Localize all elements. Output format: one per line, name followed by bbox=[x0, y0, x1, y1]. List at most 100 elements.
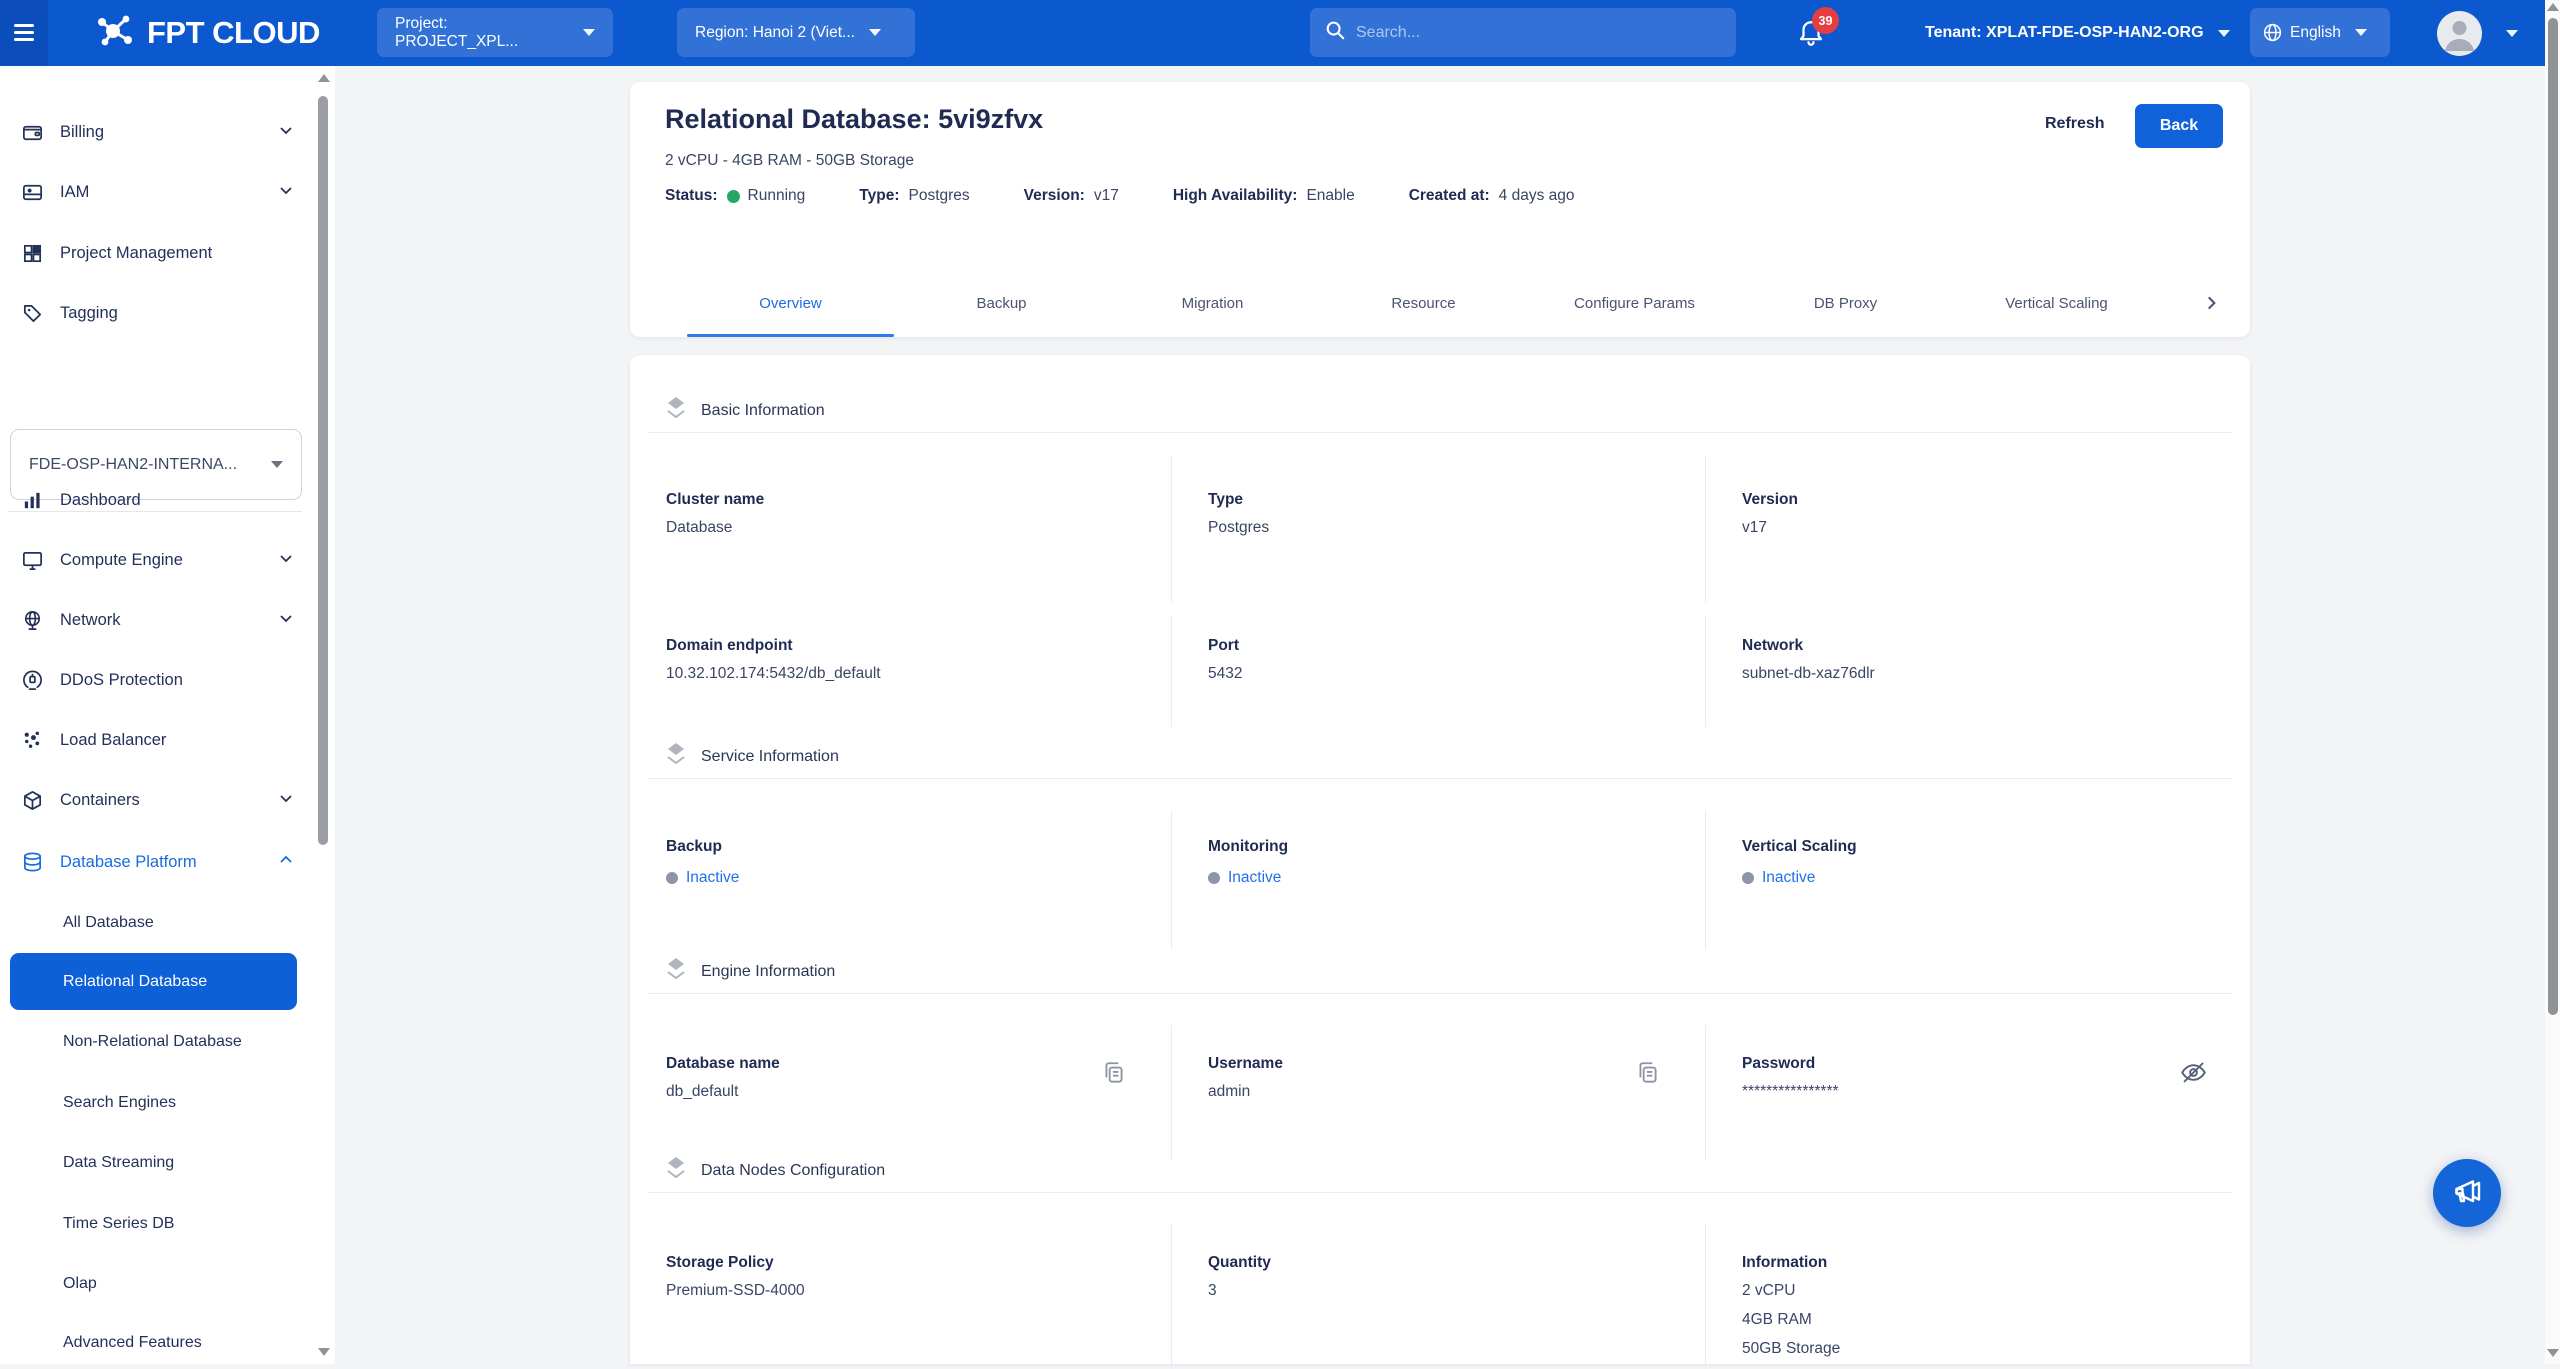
tab-bar: Overview Backup Migration Resource Confi… bbox=[685, 269, 2220, 337]
field-value: Database bbox=[666, 519, 1171, 537]
sidebar-item-label: Dashboard bbox=[60, 491, 141, 510]
show-password-eye-off-button[interactable] bbox=[2178, 1059, 2208, 1089]
tag-icon bbox=[20, 301, 44, 325]
monitoring-status-link[interactable]: Inactive bbox=[1208, 869, 1705, 887]
version-label: Version: bbox=[1024, 187, 1085, 205]
sidebar-subitem-label: Data Streaming bbox=[63, 1154, 174, 1172]
field-label: Backup bbox=[666, 838, 1171, 856]
sidebar-scrollbar[interactable] bbox=[316, 66, 331, 1364]
sidebar-subitem-relational-database[interactable]: Relational Database bbox=[10, 953, 297, 1010]
layers-icon bbox=[665, 395, 687, 426]
high-availability-label: High Availability: bbox=[1173, 187, 1298, 205]
sidebar-item-containers[interactable]: Containers bbox=[0, 780, 312, 820]
logo-text: FPT CLOUD bbox=[147, 15, 320, 51]
sidebar-item-project-management[interactable]: Project Management bbox=[0, 233, 312, 273]
basic-info-row-2: Domain endpoint 10.32.102.174:5432/db_de… bbox=[630, 615, 2250, 727]
region-dropdown-label: Region: Hanoi 2 (Viet... bbox=[695, 24, 855, 42]
search-input[interactable] bbox=[1356, 24, 1722, 42]
sidebar-subitem-data-streaming[interactable]: Data Streaming bbox=[0, 1145, 312, 1181]
created-at-label: Created at: bbox=[1409, 187, 1490, 205]
page-subtitle: 2 vCPU - 4GB RAM - 50GB Storage bbox=[665, 152, 914, 170]
sidebar-subitem-olap[interactable]: Olap bbox=[0, 1266, 312, 1302]
sidebar-subitem-time-series-db[interactable]: Time Series DB bbox=[0, 1206, 312, 1242]
chevron-down-icon bbox=[271, 461, 283, 468]
field-value: Premium-SSD-4000 bbox=[666, 1282, 1171, 1300]
scroll-down-arrow-icon[interactable] bbox=[318, 1348, 330, 1356]
bell-icon bbox=[1796, 34, 1826, 51]
field-value: 10.32.102.174:5432/db_default bbox=[666, 665, 1171, 683]
fpt-cloud-logo[interactable]: FPT CLOUD bbox=[95, 12, 320, 54]
section-divider bbox=[648, 432, 2232, 433]
tab-overview[interactable]: Overview bbox=[685, 269, 896, 337]
wallet-icon bbox=[20, 120, 44, 144]
sidebar-toggle-button[interactable] bbox=[0, 0, 48, 66]
service-info-row: Backup Inactive Monitoring Inactive Vert… bbox=[630, 810, 2250, 950]
avatar-menu-chevron-icon[interactable] bbox=[2506, 30, 2518, 37]
data-nodes-row: Storage Policy Premium-SSD-4000 Quantity… bbox=[630, 1224, 2250, 1364]
announcement-fab-button[interactable] bbox=[2433, 1159, 2501, 1227]
sidebar-item-ddos-protection[interactable]: DDoS Protection bbox=[0, 660, 312, 700]
sidebar-item-iam[interactable]: IAM bbox=[0, 172, 312, 212]
language-label: English bbox=[2290, 24, 2341, 42]
created-at-value: 4 days ago bbox=[1499, 187, 1575, 205]
sidebar-subitem-label: Non-Relational Database bbox=[63, 1033, 242, 1051]
refresh-button[interactable]: Refresh bbox=[2045, 115, 2105, 133]
sidebar-item-database-platform[interactable]: Database Platform bbox=[0, 842, 312, 882]
sidebar-item-dashboard[interactable]: Dashboard bbox=[0, 480, 312, 520]
sidebar-subitem-label: All Database bbox=[63, 914, 154, 932]
copy-database-name-button[interactable] bbox=[1099, 1059, 1129, 1089]
sidebar-item-label: Load Balancer bbox=[60, 731, 166, 750]
sidebar-subitem-non-relational-database[interactable]: Non-Relational Database bbox=[0, 1024, 312, 1060]
field-label: Information bbox=[1742, 1254, 2250, 1272]
tab-backup[interactable]: Backup bbox=[896, 269, 1107, 337]
tab-db-proxy[interactable]: DB Proxy bbox=[1740, 269, 1951, 337]
sidebar-item-load-balancer[interactable]: Load Balancer bbox=[0, 720, 312, 760]
sidebar-subitem-label: Time Series DB bbox=[63, 1215, 174, 1233]
page-title: Relational Database: 5vi9zfvx bbox=[665, 104, 1043, 135]
region-dropdown[interactable]: Region: Hanoi 2 (Viet... bbox=[677, 8, 915, 57]
sidebar-subitem-advanced-features[interactable]: Advanced Features bbox=[0, 1325, 312, 1361]
chevron-down-icon bbox=[278, 550, 294, 571]
backup-status-link[interactable]: Inactive bbox=[666, 869, 1171, 887]
project-dropdown-label: Project: PROJECT_XPL... bbox=[395, 15, 569, 51]
box-icon bbox=[20, 788, 44, 812]
sidebar-item-network[interactable]: Network bbox=[0, 600, 312, 640]
tabs-overflow-chevron-right-icon[interactable] bbox=[2202, 294, 2220, 312]
vertical-scaling-status-link[interactable]: Inactive bbox=[1742, 869, 2250, 887]
page-scrollbar[interactable] bbox=[2545, 0, 2560, 1364]
section-divider bbox=[648, 993, 2232, 994]
copy-username-button[interactable] bbox=[1633, 1059, 1663, 1089]
page-scrollbar-thumb[interactable] bbox=[2548, 18, 2558, 1015]
tab-configure-params[interactable]: Configure Params bbox=[1529, 269, 1740, 337]
global-search bbox=[1310, 8, 1736, 57]
tenant-dropdown[interactable]: Tenant: XPLAT-FDE-OSP-HAN2-ORG bbox=[1925, 0, 2230, 66]
notifications-button[interactable]: 39 bbox=[1796, 15, 1840, 55]
inactive-dot-icon bbox=[1208, 872, 1220, 884]
scroll-up-arrow-icon[interactable] bbox=[318, 74, 330, 82]
sidebar-item-compute-engine[interactable]: Compute Engine bbox=[0, 540, 312, 580]
sidebar-scrollbar-thumb[interactable] bbox=[318, 96, 328, 845]
back-button[interactable]: Back bbox=[2135, 104, 2223, 148]
tab-resource[interactable]: Resource bbox=[1318, 269, 1529, 337]
project-dropdown[interactable]: Project: PROJECT_XPL... bbox=[377, 8, 613, 57]
status-row: Status: Running Type: Postgres Version: … bbox=[665, 187, 1629, 205]
user-avatar[interactable] bbox=[2437, 11, 2482, 56]
sidebar-subitem-label: Advanced Features bbox=[63, 1334, 202, 1352]
sidebar-item-tagging[interactable]: Tagging bbox=[0, 293, 312, 333]
sidebar-item-label: DDoS Protection bbox=[60, 671, 183, 690]
chevron-down-icon bbox=[869, 29, 881, 36]
sidebar-subitem-all-database[interactable]: All Database bbox=[0, 905, 312, 941]
layers-icon bbox=[665, 741, 687, 772]
tab-vertical-scaling[interactable]: Vertical Scaling bbox=[1951, 269, 2162, 337]
scroll-down-arrow-icon[interactable] bbox=[2547, 1349, 2559, 1357]
scroll-up-arrow-icon[interactable] bbox=[2547, 3, 2559, 11]
sidebar-item-billing[interactable]: Billing bbox=[0, 112, 312, 152]
language-dropdown[interactable]: English bbox=[2250, 8, 2390, 57]
sidebar-subitem-search-engines[interactable]: Search Engines bbox=[0, 1085, 312, 1121]
field-value: **************** bbox=[1742, 1083, 2250, 1101]
sidebar-item-label: IAM bbox=[60, 183, 89, 202]
monitor-icon bbox=[20, 548, 44, 572]
tenant-dropdown-label: Tenant: XPLAT-FDE-OSP-HAN2-ORG bbox=[1925, 24, 2204, 42]
tab-migration[interactable]: Migration bbox=[1107, 269, 1318, 337]
field-value: db_default bbox=[666, 1083, 1171, 1101]
